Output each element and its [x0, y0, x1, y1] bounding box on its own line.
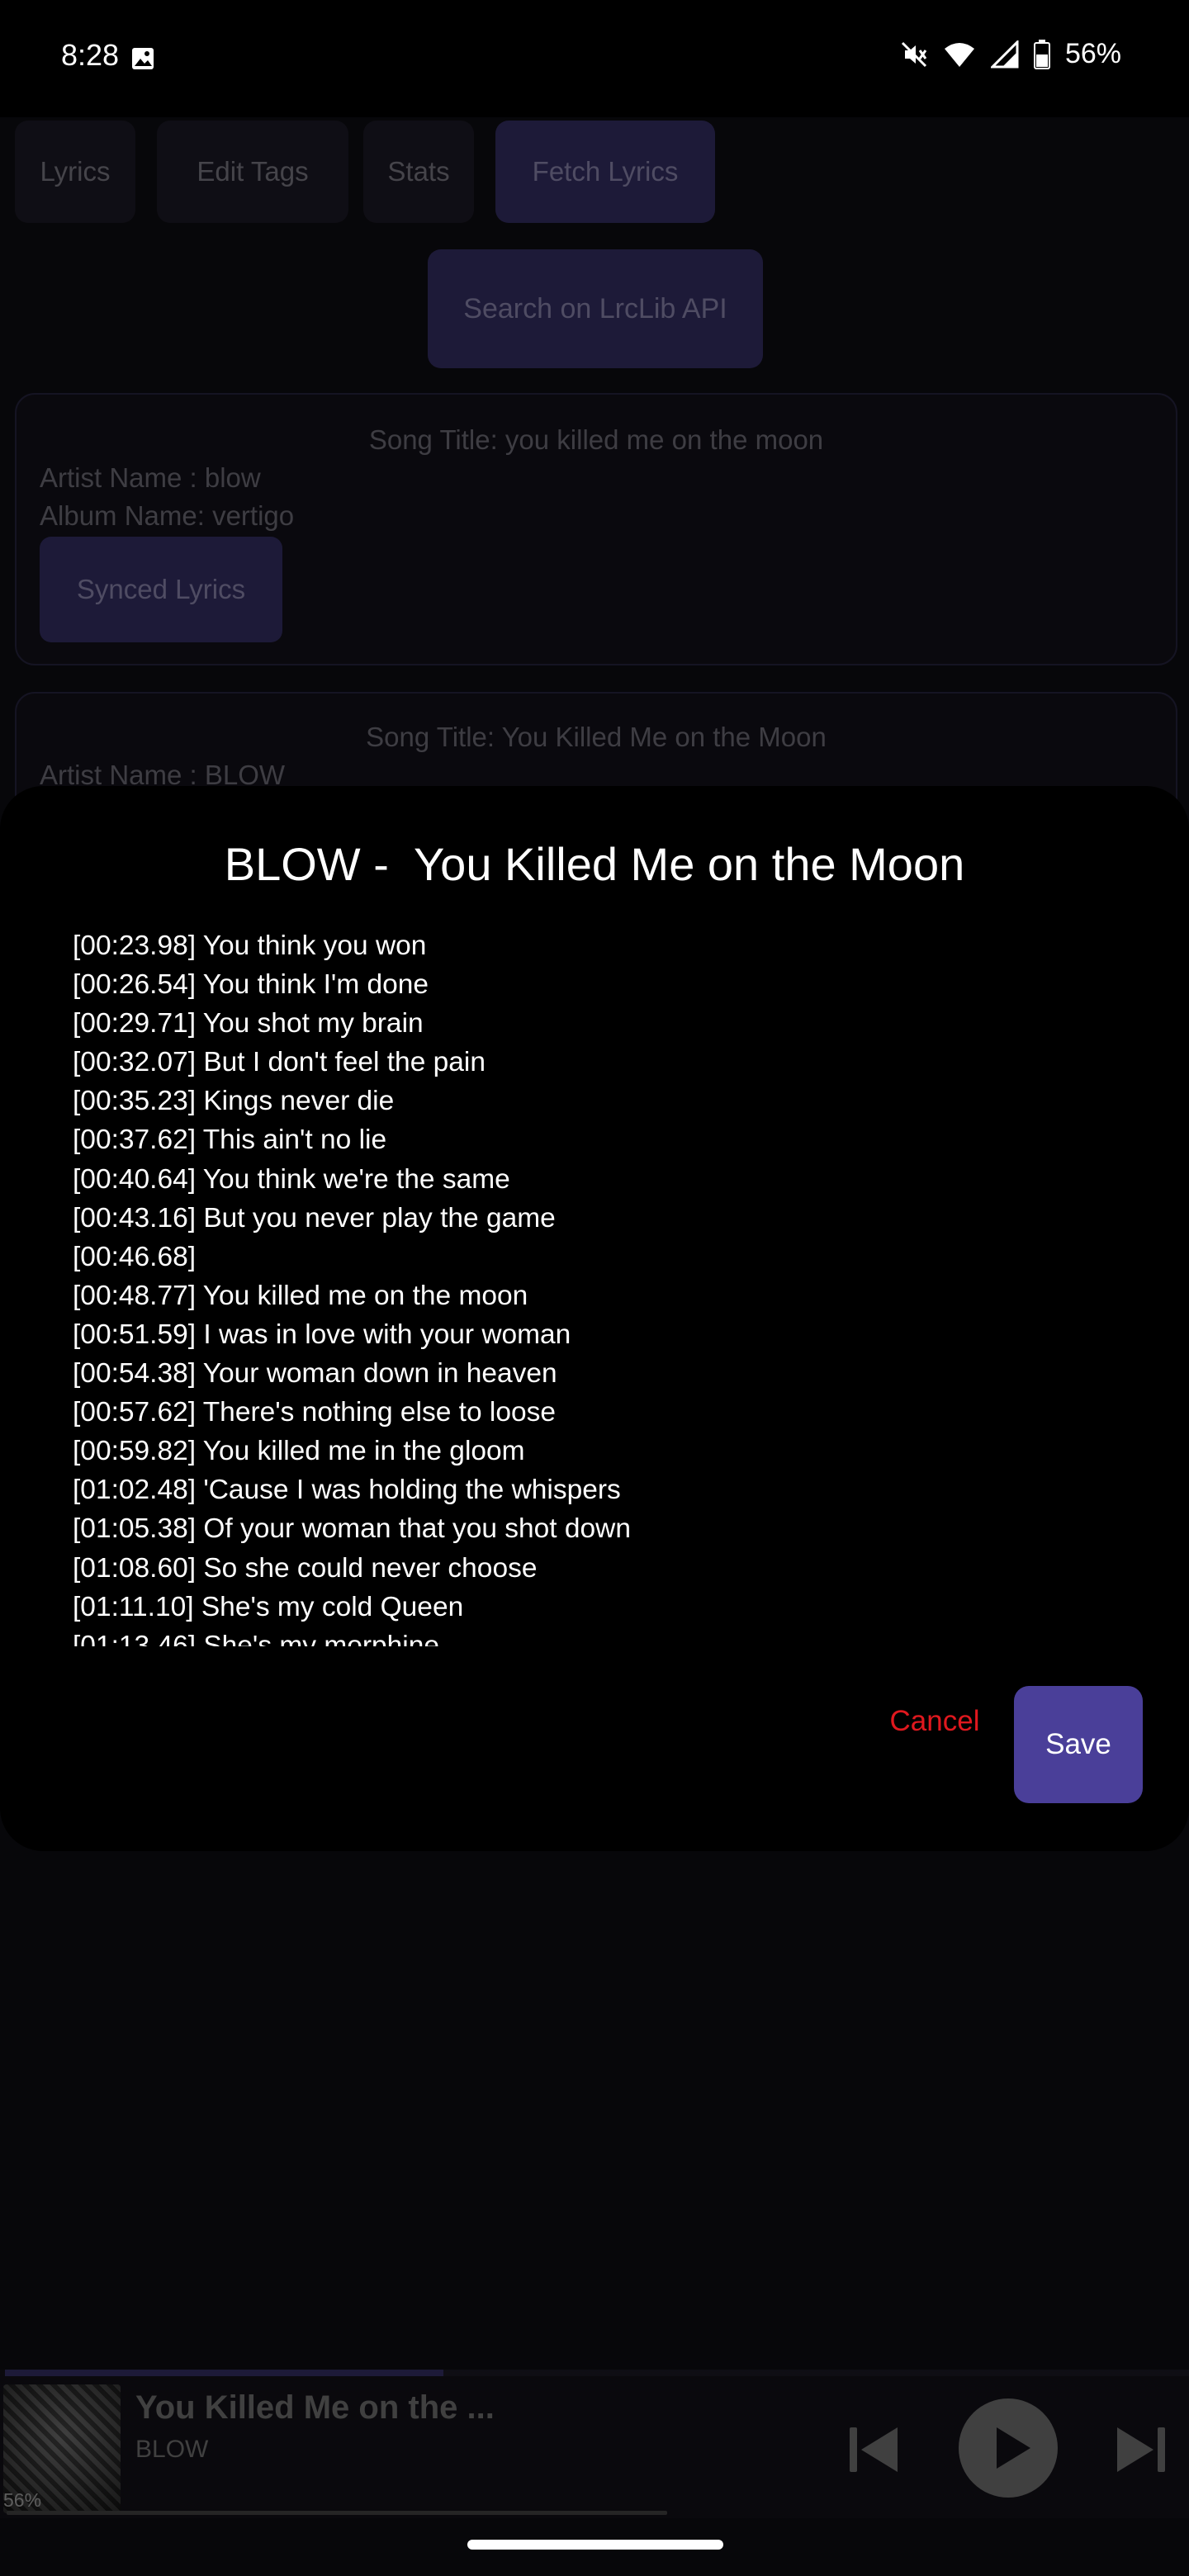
lyric-line: [00:37.62] This ain't no lie: [73, 1125, 387, 1156]
lyric-line: [00:35.23] Kings never die: [73, 1086, 395, 1117]
status-time: 8:28: [61, 38, 120, 72]
lyric-line: [00:40.64] You think we're the same: [73, 1163, 510, 1195]
lyrics-list[interactable]: [00:23.98] You think you won [00:26.54] Y…: [73, 926, 1121, 1646]
lyric-line: [00:26.54] You think I'm done: [73, 969, 429, 1001]
status-bar: 8:28 56%: [0, 0, 1189, 117]
lyric-line: [01:05.38] Of your woman that you shot d…: [73, 1513, 631, 1545]
lyric-line: [00:46.68]: [73, 1241, 197, 1272]
lyric-line: [00:48.77] You killed me on the moon: [73, 1280, 528, 1311]
lyric-line: [01:13.46] She's my morphine: [73, 1630, 440, 1646]
lyric-line: [00:54.38] Your woman down in heaven: [73, 1358, 557, 1390]
lyric-line: [01:02.48] 'Cause I was holding the whis…: [73, 1475, 621, 1506]
lyric-line: [00:32.07] But I don't feel the pain: [73, 1047, 486, 1078]
wifi-icon: [943, 40, 976, 69]
save-button[interactable]: Save: [1014, 1686, 1143, 1803]
lyric-line: [01:08.60] So she could never choose: [73, 1552, 538, 1584]
lyrics-dialog: BLOW - You Killed Me on the Moon [00:23.…: [0, 786, 1189, 1851]
lyric-line: [00:29.71] You shot my brain: [73, 1008, 424, 1039]
battery-percent: 56%: [1064, 38, 1121, 69]
home-indicator[interactable]: [467, 2540, 723, 2550]
cancel-button[interactable]: Cancel: [879, 1693, 991, 1750]
mute-icon: [900, 40, 928, 69]
lyric-line: [00:23.98] You think you won: [73, 930, 427, 961]
signal-icon: [990, 40, 1019, 69]
lyric-line: [00:51.59] I was in love with your woman: [73, 1319, 571, 1350]
lyric-line: [00:43.16] But you never play the game: [73, 1202, 556, 1234]
image-icon: [130, 46, 155, 71]
lyric-line: [00:57.62] There's nothing else to loose: [73, 1397, 556, 1428]
dialog-title: BLOW - You Killed Me on the Moon: [224, 838, 965, 890]
battery-icon: [1033, 39, 1050, 69]
lyric-line: [00:59.82] You killed me in the gloom: [73, 1436, 525, 1467]
lyric-line: [01:11.10] She's my cold Queen: [73, 1591, 464, 1622]
